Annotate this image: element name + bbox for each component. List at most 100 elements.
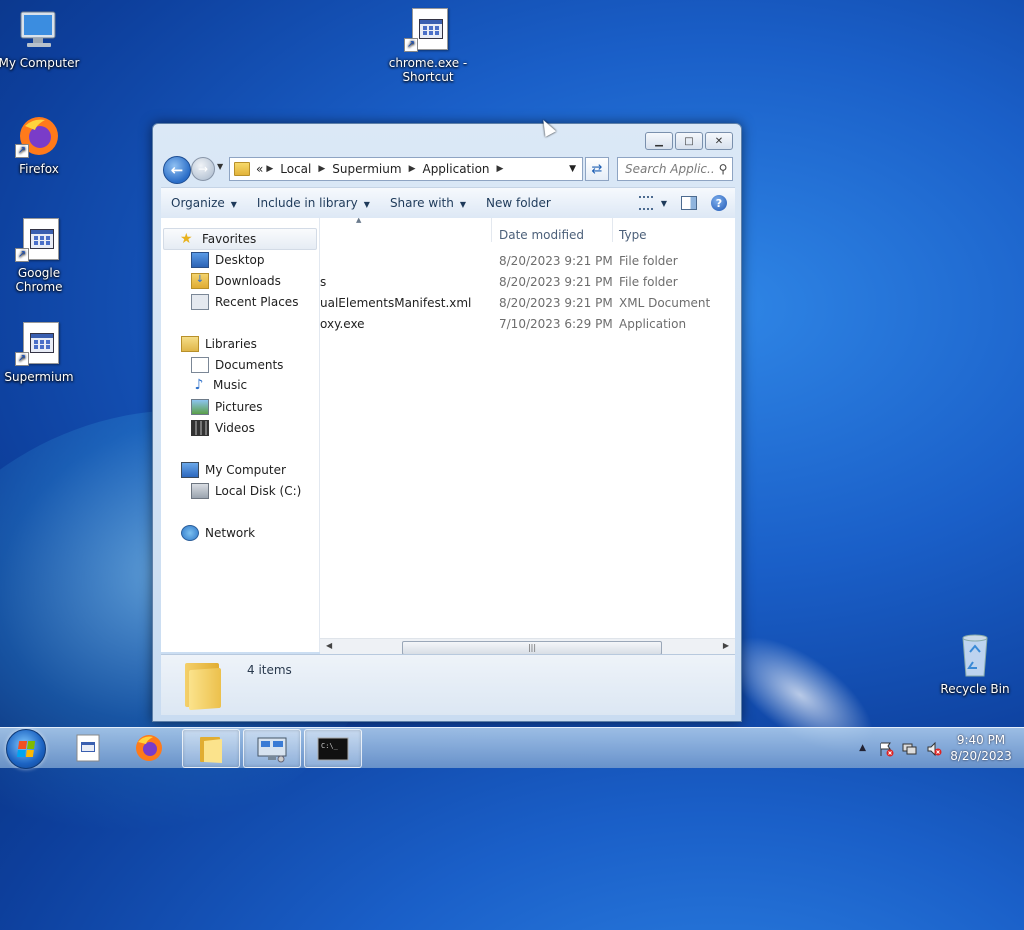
- refresh-button[interactable]: ⇄: [585, 157, 609, 181]
- show-hidden-icons-icon[interactable]: ▲: [859, 743, 866, 753]
- share-with-button[interactable]: Share with ▼: [380, 196, 476, 210]
- file-row[interactable]: ualElementsManifest.xml 8/20/2023 9:21 P…: [320, 292, 735, 313]
- preview-pane-icon[interactable]: [681, 196, 697, 210]
- desktop-icon-recycle-bin[interactable]: Recycle Bin: [933, 632, 1017, 696]
- minimize-button[interactable]: ▁: [645, 132, 673, 150]
- shortcut-arrow-icon: ↗: [15, 352, 29, 366]
- include-in-library-button[interactable]: Include in library ▼: [247, 196, 380, 210]
- nav-network[interactable]: Network: [181, 525, 255, 541]
- app-shortcut-icon: ↗: [15, 216, 63, 264]
- scroll-left-icon[interactable]: ◀: [326, 641, 332, 650]
- address-dropdown-icon[interactable]: ▼: [569, 164, 576, 174]
- explorer-window[interactable]: ▁ □ ✕ ← → ▼ « ▶ Local ▶ Supermium ▶ Appl…: [152, 123, 742, 722]
- recent-pages-dropdown[interactable]: ▼: [217, 162, 223, 171]
- clock[interactable]: 9:40 PM 8/20/2023: [946, 732, 1016, 764]
- taskbar-app-shortcut[interactable]: [60, 729, 116, 766]
- address-bar[interactable]: « ▶ Local ▶ Supermium ▶ Application ▶ ▼: [229, 157, 583, 181]
- column-type[interactable]: Type: [619, 228, 647, 242]
- nav-favorites[interactable]: ★ Favorites: [163, 228, 317, 250]
- file-name: oxy.exe: [320, 317, 365, 331]
- column-divider[interactable]: [612, 218, 613, 242]
- help-icon[interactable]: ?: [711, 195, 727, 211]
- computer-icon: [15, 6, 63, 54]
- desktop-icon-my-computer[interactable]: My Computer: [0, 6, 81, 70]
- back-button[interactable]: ←: [163, 156, 191, 184]
- chevron-down-icon: ▼: [660, 198, 667, 208]
- scroll-right-icon[interactable]: ▶: [723, 641, 729, 650]
- scrollbar-thumb[interactable]: |||: [402, 641, 662, 655]
- breadcrumb-local[interactable]: Local: [280, 162, 311, 176]
- nav-my-computer[interactable]: My Computer: [181, 462, 286, 478]
- nav-libraries[interactable]: Libraries: [181, 336, 257, 352]
- folder-icon: [200, 736, 222, 763]
- desktop-icon-label: Firefox: [19, 162, 59, 176]
- desktop-icon-google-chrome[interactable]: ↗ Google Chrome: [0, 216, 81, 294]
- taskbar-remote-desktop[interactable]: [243, 729, 301, 768]
- network-status-icon[interactable]: [902, 741, 918, 755]
- nav-downloads[interactable]: ↓ Downloads: [191, 273, 281, 289]
- organize-label: Organize: [171, 196, 225, 210]
- breadcrumb-application[interactable]: Application: [422, 162, 489, 176]
- nav-label: Libraries: [205, 337, 257, 351]
- nav-label: Recent Places: [215, 295, 299, 309]
- nav-pictures[interactable]: Pictures: [191, 399, 263, 415]
- start-button[interactable]: [6, 729, 46, 769]
- nav-label: Favorites: [202, 232, 257, 246]
- caption-buttons: ▁ □ ✕: [645, 132, 733, 150]
- chevron-down-icon: ▼: [363, 200, 370, 209]
- nav-label: Documents: [215, 358, 284, 372]
- videos-icon: [191, 420, 209, 436]
- nav-documents[interactable]: Documents: [191, 357, 283, 373]
- column-divider[interactable]: [491, 218, 492, 242]
- close-button[interactable]: ✕: [705, 132, 733, 150]
- pictures-icon: [191, 399, 209, 415]
- firefox-icon: ↗: [15, 112, 63, 160]
- file-row[interactable]: s 8/20/2023 9:21 PM File folder: [320, 271, 735, 292]
- navigation-pane: ★ Favorites Desktop ↓ Downloads Recent P…: [161, 218, 320, 652]
- file-name: s: [320, 275, 327, 289]
- file-row[interactable]: oxy.exe 7/10/2023 6:29 PM Application: [320, 313, 735, 334]
- file-date: 8/20/2023 9:21 PM: [499, 296, 613, 310]
- chevron-down-icon: ▼: [230, 200, 237, 209]
- desktop-icon-chrome-shortcut[interactable]: ↗ chrome.exe - Shortcut: [386, 6, 470, 84]
- address-overflow[interactable]: «: [256, 162, 263, 176]
- shortcut-arrow-icon: ↗: [15, 248, 29, 262]
- svg-text:C:\_: C:\_: [321, 742, 339, 750]
- chevron-right-icon[interactable]: ▶: [409, 164, 416, 174]
- nav-recent-places[interactable]: Recent Places: [191, 294, 298, 310]
- shortcut-arrow-icon: ↗: [404, 38, 418, 52]
- column-date-modified[interactable]: Date modified: [499, 228, 584, 242]
- desktop-icon-supermium[interactable]: ↗ Supermium: [0, 320, 81, 384]
- taskbar-firefox[interactable]: [121, 729, 177, 766]
- desktop-icon-label: chrome.exe - Shortcut: [388, 56, 468, 84]
- search-input[interactable]: Search Applic...: [625, 162, 714, 176]
- horizontal-scrollbar[interactable]: ◀ ||| ▶: [320, 638, 735, 655]
- taskbar-command-prompt[interactable]: C:\_: [304, 729, 362, 768]
- documents-icon: [191, 357, 209, 373]
- nav-label: Local Disk (C:): [215, 484, 302, 498]
- file-type: File folder: [619, 254, 678, 268]
- star-icon: ★: [180, 231, 193, 247]
- volume-muted-icon[interactable]: [926, 741, 942, 757]
- file-row[interactable]: 8/20/2023 9:21 PM File folder: [320, 250, 735, 271]
- nav-videos[interactable]: Videos: [191, 420, 255, 436]
- maximize-button[interactable]: □: [675, 132, 703, 150]
- change-view-button[interactable]: ▼: [638, 196, 667, 210]
- organize-button[interactable]: Organize ▼: [161, 196, 247, 210]
- file-date: 7/10/2023 6:29 PM: [499, 317, 613, 331]
- nav-music[interactable]: ♪ Music: [191, 378, 248, 392]
- chevron-right-icon[interactable]: ▶: [318, 164, 325, 174]
- search-icon[interactable]: ⚲: [714, 162, 732, 176]
- new-folder-button[interactable]: New folder: [476, 196, 561, 210]
- nav-label: Downloads: [215, 274, 281, 288]
- breadcrumb-supermium[interactable]: Supermium: [332, 162, 401, 176]
- nav-desktop[interactable]: Desktop: [191, 252, 265, 268]
- desktop-icon-firefox[interactable]: ↗ Firefox: [0, 112, 81, 176]
- search-box[interactable]: Search Applic... ⚲: [617, 157, 733, 181]
- chevron-down-icon: ▼: [459, 200, 466, 209]
- chevron-right-icon[interactable]: ▶: [497, 164, 504, 174]
- taskbar-explorer[interactable]: [182, 729, 240, 768]
- nav-local-disk[interactable]: Local Disk (C:): [191, 483, 301, 499]
- forward-button[interactable]: →: [191, 157, 215, 181]
- action-center-flag-icon[interactable]: [878, 741, 894, 757]
